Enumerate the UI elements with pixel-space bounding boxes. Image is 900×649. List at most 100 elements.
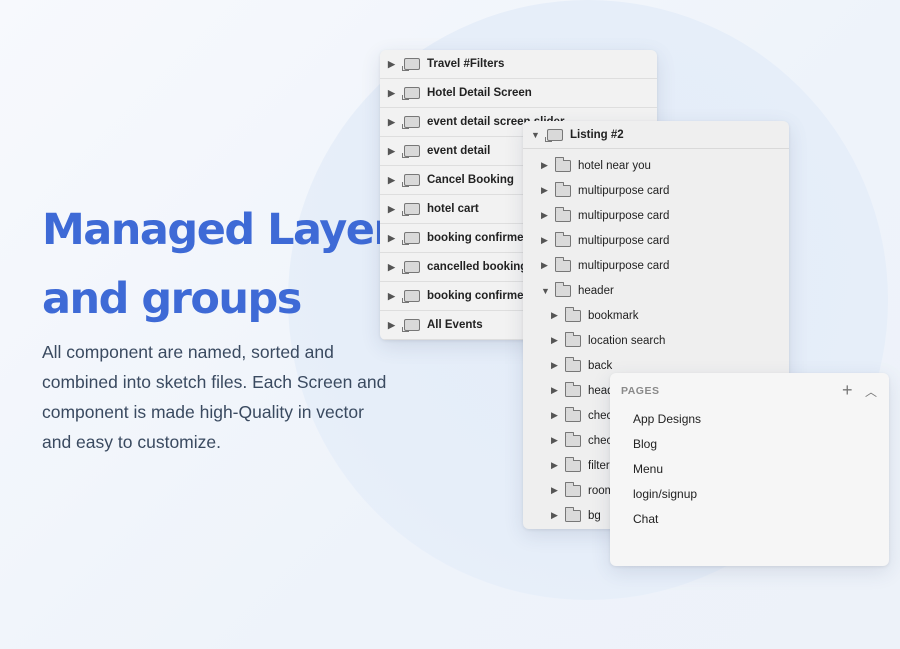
folder-icon: [565, 456, 581, 472]
artboard-icon: [402, 231, 420, 245]
disclosure-triangle-icon[interactable]: ▶: [551, 310, 565, 321]
folder-icon: [565, 331, 581, 347]
artboard-icon: [402, 115, 420, 129]
artboard-label: Cancel Booking: [427, 174, 514, 186]
layer-row[interactable]: ▶ multipurpose card: [523, 203, 789, 228]
hero-title-line1: Managed Layer: [42, 205, 395, 255]
layers-panel-title: Listing #2: [570, 128, 624, 141]
layer-row[interactable]: ▶ multipurpose card: [523, 253, 789, 278]
layer-label: location search: [588, 334, 666, 347]
disclosure-triangle-icon[interactable]: ▶: [551, 335, 565, 346]
layer-label: multipurpose card: [578, 184, 670, 197]
pages-panel: PAGES + ︿ App Designs Blog Menu login/si…: [610, 373, 889, 566]
folder-icon: [565, 406, 581, 422]
disclosure-triangle-icon[interactable]: ▶: [551, 410, 565, 421]
artboard-icon: [545, 128, 563, 142]
artboard-row[interactable]: ▶ Travel #Filters: [380, 50, 657, 79]
disclosure-triangle-icon[interactable]: ▶: [551, 485, 565, 496]
hero-description-line2: combined into sketch files. Each Screen …: [42, 372, 387, 392]
layer-label: multipurpose card: [578, 234, 670, 247]
disclosure-triangle-icon[interactable]: ▶: [551, 510, 565, 521]
hero-description: All component are named, sorted and comb…: [42, 337, 412, 457]
folder-icon: [565, 356, 581, 372]
hero-description-line1: All component are named, sorted and: [42, 342, 334, 362]
folder-icon: [565, 506, 581, 522]
disclosure-triangle-icon[interactable]: ▶: [541, 260, 555, 271]
disclosure-triangle-icon[interactable]: ▶: [541, 160, 555, 171]
artboard-icon: [402, 86, 420, 100]
page-item[interactable]: Blog: [633, 437, 657, 451]
disclosure-triangle-down-icon[interactable]: ▼: [541, 286, 555, 296]
layer-label: bookmark: [588, 309, 639, 322]
layer-row[interactable]: ▶ location search: [523, 328, 789, 353]
hero-description-line3: component is made high-Quality in vector: [42, 402, 364, 422]
layer-row[interactable]: ▶ hotel near you: [523, 153, 789, 178]
hero-title: Managed Layer and groups: [42, 196, 402, 334]
pages-panel-title: PAGES: [621, 385, 660, 397]
folder-icon: [555, 231, 571, 247]
disclosure-triangle-down-icon[interactable]: ▼: [531, 130, 545, 140]
artboard-icon: [402, 289, 420, 303]
folder-icon: [555, 181, 571, 197]
chevron-up-icon[interactable]: ︿: [865, 383, 877, 400]
folder-icon: [565, 306, 581, 322]
layer-row[interactable]: ▶ multipurpose card: [523, 178, 789, 203]
layer-row[interactable]: ▶ bookmark: [523, 303, 789, 328]
artboard-label: Travel #Filters: [427, 58, 505, 70]
layer-label: back: [588, 359, 613, 372]
artboard-label: booking confirmed: [427, 290, 531, 302]
page-item[interactable]: login/signup: [633, 487, 697, 501]
plus-icon[interactable]: +: [842, 380, 853, 401]
disclosure-triangle-icon[interactable]: ▶: [388, 204, 402, 215]
hero-title-line2: and groups: [42, 274, 302, 324]
page-item[interactable]: Chat: [633, 512, 658, 526]
layer-label: multipurpose card: [578, 209, 670, 222]
disclosure-triangle-icon[interactable]: ▶: [541, 210, 555, 221]
folder-icon: [555, 256, 571, 272]
disclosure-triangle-icon[interactable]: ▶: [388, 117, 402, 128]
artboard-label: event detail: [427, 145, 491, 157]
folder-icon: [565, 381, 581, 397]
layer-row[interactable]: ▼ header: [523, 278, 789, 303]
disclosure-triangle-icon[interactable]: ▶: [388, 88, 402, 99]
disclosure-triangle-icon[interactable]: ▶: [551, 460, 565, 471]
disclosure-triangle-icon[interactable]: ▶: [388, 291, 402, 302]
hero-description-line4: and easy to customize.: [42, 432, 221, 452]
layer-label: bg: [588, 509, 601, 522]
layer-label: hotel near you: [578, 159, 651, 172]
page-item[interactable]: App Designs: [633, 412, 701, 426]
artboard-icon: [402, 260, 420, 274]
disclosure-triangle-icon[interactable]: ▶: [541, 185, 555, 196]
layer-label: filter: [588, 459, 610, 472]
artboard-icon: [402, 173, 420, 187]
disclosure-triangle-icon[interactable]: ▶: [388, 175, 402, 186]
artboard-label: Hotel Detail Screen: [427, 87, 532, 99]
artboard-label: All Events: [427, 319, 483, 331]
artboard-icon: [402, 318, 420, 332]
folder-icon: [555, 206, 571, 222]
disclosure-triangle-icon[interactable]: ▶: [551, 385, 565, 396]
folder-icon: [555, 281, 571, 297]
artboard-icon: [402, 57, 420, 71]
disclosure-triangle-icon[interactable]: ▶: [551, 435, 565, 446]
disclosure-triangle-icon[interactable]: ▶: [388, 262, 402, 273]
disclosure-triangle-icon[interactable]: ▶: [388, 320, 402, 331]
disclosure-triangle-icon[interactable]: ▶: [388, 146, 402, 157]
layer-label: header: [578, 284, 614, 297]
disclosure-triangle-icon[interactable]: ▶: [388, 59, 402, 70]
disclosure-triangle-icon[interactable]: ▶: [541, 235, 555, 246]
page-item[interactable]: Menu: [633, 462, 663, 476]
folder-icon: [565, 431, 581, 447]
artboard-label: hotel cart: [427, 203, 479, 215]
layers-panel-header[interactable]: ▼ Listing #2: [523, 121, 789, 149]
artboard-icon: [402, 144, 420, 158]
folder-icon: [555, 156, 571, 172]
layer-label: multipurpose card: [578, 259, 670, 272]
disclosure-triangle-icon[interactable]: ▶: [388, 233, 402, 244]
layer-row[interactable]: ▶ multipurpose card: [523, 228, 789, 253]
artboard-row[interactable]: ▶ Hotel Detail Screen: [380, 79, 657, 108]
folder-icon: [565, 481, 581, 497]
artboard-label: booking confirmed: [427, 232, 531, 244]
disclosure-triangle-icon[interactable]: ▶: [551, 360, 565, 371]
artboard-label: cancelled booking: [427, 261, 528, 273]
